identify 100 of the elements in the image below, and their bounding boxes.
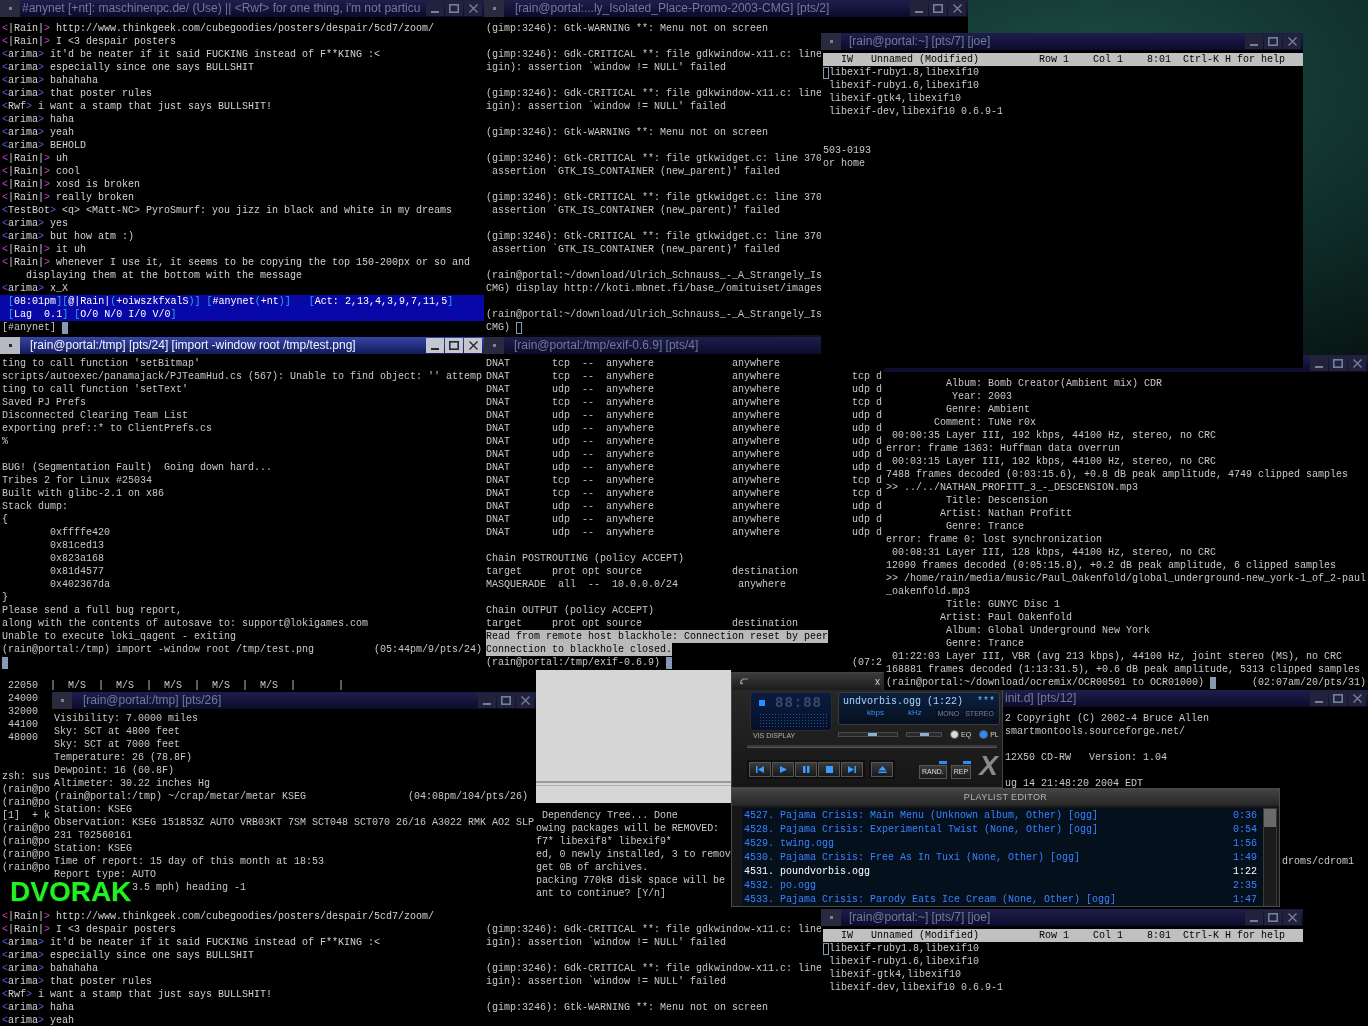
slider-thumb[interactable] [920,733,929,736]
minimize-button[interactable] [426,338,444,353]
volume-slider[interactable] [838,732,898,737]
title-text: x [875,676,880,687]
previous-button[interactable] [749,762,771,777]
close-button[interactable] [464,338,482,353]
chat-message: <arima> especially since one says BULLSHIT [2,61,255,74]
maximize-button[interactable] [1264,34,1282,49]
maximize-button[interactable] [1264,910,1282,925]
close-button[interactable] [1283,910,1301,925]
slider-thumb[interactable] [868,733,877,736]
playlist-title: PLAYLIST EDITOR [963,792,1048,803]
minimize-button[interactable] [1245,34,1263,49]
close-button[interactable] [1348,691,1366,706]
window-menu-button[interactable] [52,692,72,709]
maximize-button[interactable] [1329,356,1347,371]
window-menu-button[interactable] [484,337,504,354]
terminal-line: scripts/autoexec/panamajack/PJTeamHud.cs (567): Unable to find object: '' attemp [2,370,483,383]
close-button[interactable] [464,1,482,16]
terminal-line: DNAT udp -- anywhere anywhere udp d [486,435,883,448]
window-title: [rain@portal:~] [pts/7] [joe] [849,909,991,926]
terminal-line: igin): assertion `window != NULL' failed [486,61,727,74]
window-menu-button[interactable] [484,0,504,17]
input-line: [#anynet] [2,321,56,334]
terminal-line: DNAT tcp -- anywhere anywhere tcp d [486,396,883,409]
close-button[interactable] [516,693,534,708]
track-title[interactable]: 4530. Pajama Crisis: Free As In Tuxi (None, Other) [ogg] [744,851,1081,865]
close-button[interactable] [1348,356,1366,371]
close-icon [952,4,962,13]
window-menu-button[interactable] [821,33,841,50]
status-line: [08:01pm][@|Rain|(+oiwszkfxalS)] [#anynet(+nt)] [Act: 2,13,4,3,9,7,11,5] [8,295,454,308]
terminal-line: 01:22:03 Layer III, VBR (avg 213 kbps), 44100 Hz, joint stereo (MS), no CRC [892,650,1343,663]
terminal-line: owing packages will be REMOVED: [536,822,719,835]
eject-button[interactable] [871,762,893,777]
pause-button[interactable] [795,762,817,777]
terminal-line: (rain@po [2,861,50,874]
minimize-button[interactable] [1310,356,1328,371]
terminal-line: Genre: Ambient [946,403,1030,416]
rating-text: *** [977,695,995,708]
prompt-line: (rain@portal:/tmp) import -window root /tmp/test.png [2,643,315,656]
terminal-line: _oakenfold.mp3 [886,585,970,598]
terminal-line: 0xffffe420 [50,526,110,539]
maximize-button[interactable] [929,1,947,16]
terminal-line: Visibility: 7.0000 miles [54,712,199,725]
window-menu-button[interactable] [0,0,20,17]
play-button[interactable] [772,762,794,777]
maximize-button[interactable] [445,338,463,353]
maximize-button[interactable] [1329,691,1347,706]
pause-icon [802,766,810,773]
minimize-button[interactable] [478,693,496,708]
minimize-button[interactable] [1310,691,1328,706]
track-title[interactable]: 4527. Pajama Crisis: Main Menu (Unknown album, Other) [ogg] [744,809,1099,823]
prompt-time: (05:44pm/9/pts/24) [373,643,482,656]
terminal-line: DNAT udp -- anywhere anywhere udp d [486,461,883,474]
terminal-line: >> ../../NATHAN_PROFITT_3_-_DESCENSION.mp3 [886,481,1139,494]
terminal-line: (rain@po [2,822,50,835]
window-menu-button[interactable] [821,909,841,926]
chat-message: <arima> haha [2,1001,75,1014]
window-menu-button[interactable] [0,337,20,354]
next-icon [848,766,856,773]
scrollbar[interactable] [1263,808,1277,906]
terminal-line: Stack dump: [2,500,68,513]
close-button[interactable] [948,1,966,16]
terminal-line: (gimp:3246): Gdk-CRITICAL **: file gdkwindow-x11.c: line [486,48,823,61]
minimize-icon [1315,701,1323,703]
terminal-line: get 0B of archives. [536,861,649,874]
track-title[interactable]: 4533. Pajama Crisis: Parody Eats Ice Cream (None, Other) [ogg] [744,893,1117,906]
next-button[interactable] [841,762,863,777]
track-title[interactable]: 4528. Pajama Crisis: Experimental Twist (None, Other) [ogg] [744,823,1099,837]
minimize-button[interactable] [910,1,928,16]
maximize-icon [449,341,459,350]
chat-message: <Rwf> i want a stamp that just says BULLSHIT! [2,100,273,113]
prompt-time: (02:07am/20/pts/31) [1251,676,1366,689]
track-title[interactable]: 4531. poundvorbis.ogg [744,865,871,879]
prompt-line: (rain@portal:/tmp/exif-0.6.9) [486,656,661,669]
terminal-line: 24000 [8,692,38,705]
terminal-line: or home [823,157,865,170]
scrollbar-thumb[interactable] [1264,809,1276,827]
balance-slider[interactable] [906,732,942,737]
track-title[interactable]: 4529. twing.ogg [744,837,834,851]
maximize-button[interactable] [497,693,515,708]
prompt-line: CMG) [486,321,510,334]
terminal-line: Temperature: 26 (78.8F) [54,751,193,764]
minimize-button[interactable] [1245,910,1263,925]
terminal-line: >> /home/rain/media/music/Paul_Oakenfold/global_underground-new_york-1_of_2-paul [886,572,1367,585]
stop-button[interactable] [818,762,840,777]
window-title: [rain@portal:/tmp] [pts/26] [83,692,222,709]
chat-message: <arima> it'd be neater if it said FUCKING instead of F**KING :< [2,48,381,61]
terminal-line: DNAT udp -- anywhere anywhere udp d [486,422,883,435]
chat-message: <TestBot> <q> <Matt-NC> PyroSmurf: you jizz in black and white in my dreams [2,204,453,217]
terminal-line: (gimp:3246): Gdk-CRITICAL **: file gdkwindow-x11.c: line [486,962,821,975]
terminal-line: zsh: sus [2,770,50,783]
maximize-button[interactable] [445,1,463,16]
terminal-line: (rain@portal:~/download/Ulrich_Schnauss_-_A_Strangely_Is [486,308,823,321]
chat-message: <arima> BEHOLD [2,139,87,152]
close-button[interactable] [1283,34,1301,49]
terminal-line: igin): assertion `window != NULL' failed [486,100,727,113]
track-title[interactable]: 4532. po.ogg [744,879,816,893]
maximize-icon [1333,359,1343,368]
minimize-button[interactable] [426,1,444,16]
